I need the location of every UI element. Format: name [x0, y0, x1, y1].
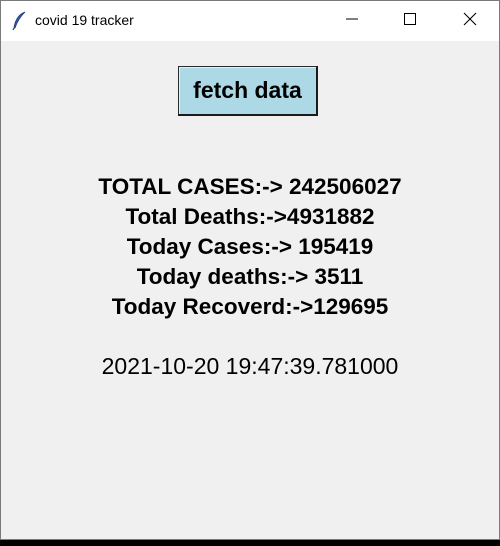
window-title: covid 19 tracker	[35, 12, 134, 28]
minimize-icon	[346, 12, 358, 30]
fetch-data-button[interactable]: fetch data	[178, 66, 318, 116]
close-button[interactable]	[441, 1, 499, 41]
last-updated-timestamp: 2021-10-20 19:47:39.781000	[101, 353, 399, 379]
title-bar[interactable]: covid 19 tracker	[1, 1, 499, 41]
total-cases-label: TOTAL CASES:-> 242506027	[98, 174, 402, 199]
maximize-icon	[404, 12, 416, 30]
close-icon	[463, 12, 477, 31]
feather-icon	[11, 11, 27, 31]
total-deaths-label: Total Deaths:->4931882	[125, 204, 375, 229]
today-deaths-label: Today deaths:-> 3511	[136, 264, 364, 289]
minimize-button[interactable]	[323, 1, 381, 41]
today-cases-label: Today Cases:-> 195419	[126, 234, 374, 259]
today-recovered-label: Today Recoverd:->129695	[111, 294, 389, 319]
app-window: covid 19 tracker fetch data TOTAL CASES:…	[0, 0, 500, 540]
main-panel: fetch data TOTAL CASES:-> 242506027 Tota…	[1, 41, 499, 539]
maximize-button[interactable]	[381, 1, 439, 41]
stats-panel: TOTAL CASES:-> 242506027 Total Deaths:->…	[1, 172, 499, 322]
